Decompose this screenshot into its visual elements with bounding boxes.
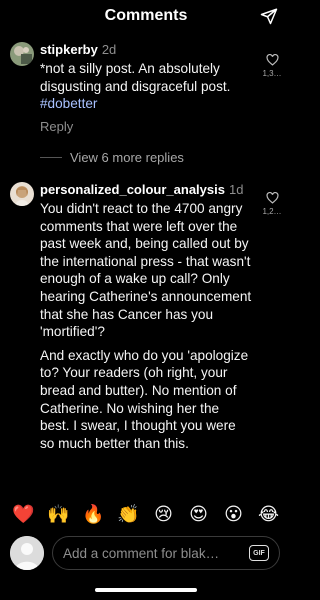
header-bar: Comments xyxy=(0,0,292,32)
comment-body: personalized_colour_analysis 1d You didn'… xyxy=(40,182,252,452)
comment-composer: GIF xyxy=(0,536,292,570)
like-button[interactable]: 1,3… xyxy=(260,54,284,78)
comment-body: stipkerby 2d *not a silly post. An absolu… xyxy=(40,42,252,134)
hashtag-link[interactable]: #dobetter xyxy=(40,96,97,111)
emoji-reaction-bar: ❤️ 🙌 🔥 👏 😢 😍 😮 😂 xyxy=(0,500,292,528)
replies-divider xyxy=(40,157,62,158)
avatar-image-icon xyxy=(10,42,34,66)
comment-text: You didn't react to the 4700 angry comme… xyxy=(40,200,252,452)
emoji-heart-icon[interactable]: ❤️ xyxy=(11,504,37,525)
view-more-replies[interactable]: View 6 more replies xyxy=(40,150,184,165)
view-replies-label: View 6 more replies xyxy=(70,150,184,165)
emoji-heart-eyes-icon[interactable]: 😍 xyxy=(186,504,212,525)
comment-input[interactable] xyxy=(63,537,239,569)
emoji-raised-hands-icon[interactable]: 🙌 xyxy=(46,504,72,525)
like-button[interactable]: 1,2… xyxy=(260,192,284,216)
comment-username[interactable]: personalized_colour_analysis xyxy=(40,182,225,197)
avatar-stipkerby[interactable] xyxy=(10,42,34,66)
comment-header: personalized_colour_analysis 1d xyxy=(40,182,252,198)
send-icon[interactable] xyxy=(260,7,278,25)
comment-paragraph-1: You didn't react to the 4700 angry comme… xyxy=(40,201,252,340)
emoji-crying-icon[interactable]: 😢 xyxy=(151,504,177,525)
page-title: Comments xyxy=(104,7,188,24)
comment-input-wrapper: GIF xyxy=(52,536,280,570)
avatar-image-icon xyxy=(10,182,34,206)
emoji-clapping-icon[interactable]: 👏 xyxy=(116,504,142,525)
home-indicator xyxy=(95,588,197,592)
heart-icon xyxy=(265,192,279,204)
like-count: 1,3… xyxy=(262,69,282,78)
gif-button[interactable]: GIF xyxy=(249,545,269,561)
comment-time: 2d xyxy=(101,42,117,57)
emoji-fire-icon[interactable]: 🔥 xyxy=(81,504,107,525)
emoji-laughing-icon[interactable]: 😂 xyxy=(256,504,282,525)
my-avatar[interactable] xyxy=(10,536,44,570)
default-avatar-icon xyxy=(10,536,44,570)
avatar-personalized-colour-analysis[interactable] xyxy=(10,182,34,206)
comment-text-body: *not a silly post. An absolutely disgust… xyxy=(40,61,231,94)
like-count: 1,2… xyxy=(262,207,282,216)
comment-text: *not a silly post. An absolutely disgust… xyxy=(40,60,252,113)
comment-header: stipkerby 2d xyxy=(40,42,252,58)
comment-username[interactable]: stipkerby xyxy=(40,42,98,57)
emoji-surprised-icon[interactable]: 😮 xyxy=(221,504,247,525)
comment-time: 1d xyxy=(228,182,244,197)
reply-button[interactable]: Reply xyxy=(40,119,252,134)
heart-icon xyxy=(265,54,279,66)
comment-paragraph-2: And exactly who do you 'apologize to? Yo… xyxy=(40,347,249,451)
